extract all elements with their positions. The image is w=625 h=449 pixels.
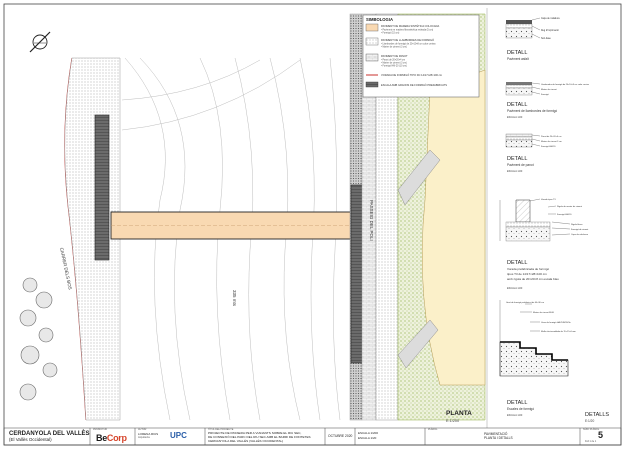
detail-name: Paviment asfalt [507,57,529,61]
detail-title: DETALL [507,50,527,56]
becorp-logo-corp: Corp [106,433,127,443]
plan-view-title: PLANTA [446,410,472,417]
school-logo: UPC [170,431,187,440]
left-stair [94,114,110,261]
detail-label: Formigó [541,93,549,96]
detail-label: Formigó HM-20 [541,145,556,148]
detail-label: Formigó de ciment [571,228,589,231]
legend-swatch-wood [365,23,379,32]
detail-title: DETALL [507,156,527,162]
right-stair [350,184,364,364]
legend-item-sub: • Panot de 20×20×4 cm [381,59,405,62]
detail-label: Reg d'imprimació [541,29,559,32]
title-scale: ESCALA 1/20 [358,436,377,440]
detail-label: Morter de ciment [541,88,557,91]
legend-item-sub: • Morter de ciment (3 cm) [381,46,407,49]
length-label: 335 mts [232,290,237,307]
detail-name-line: Vorada prefabricada de formigó [507,267,549,271]
detail-scale: ESCALA 1/20 [507,414,523,417]
becorp-logo: BeCorp [96,433,127,443]
plan-title-line: PLANTA I DETALLS [484,436,513,440]
project-line: CERDANYOLA DEL VALLÈS (VALLÈS OCCIDENTAL… [208,439,284,443]
detail-label: Graó de formigó prefabricat de 40×30 cm [506,301,544,304]
sheet-caption: NÚM. PLÀNOL [583,428,600,431]
detail-scale: ESCALA 1/20 [507,287,523,290]
details-footer-scale: E:1/20 [585,419,594,423]
details-footer-label: DETALLS [585,412,609,418]
detail-label: Panot de 20×20×4 cm [541,135,562,138]
detail-title: DETALL [507,102,527,108]
detail-label: Llosa de formigó HA-25/B/20/IIa [541,321,571,324]
legend-swatch-pavers [365,37,379,46]
title-scale: ESCALA 1/200 [358,431,379,435]
detail-label: Morter de ciment M-80 [533,311,555,314]
detail-name: Paviment de llambordes de formigó [507,109,557,113]
detail-scale: ESCALA 1/20 [507,116,523,119]
legend-swatch-panot [365,53,379,62]
detail-name: Escales de formigó [507,407,534,411]
road-label-right: PASSEIG DEL POLI [369,200,374,241]
detail-name-line: tipus T3 de 14/17×28×100 cm [507,272,547,276]
detail-name: Paviment de panot [507,163,534,167]
title-date: OCTUBRE 2020 [328,434,353,438]
legend-item-sub: • Paviment en madera fibrosintética estr… [381,29,433,32]
sheet-number: 5 [598,430,604,440]
author-role: Arquitecta [138,436,150,439]
legend-item-sub: • Formigó (15 cm) [381,32,400,35]
detail-label: Morter de ciment 3 cm [541,140,562,143]
detail-label: Rigola blava [571,224,583,226]
detail-label: Malla electrosoldada de 15×15×6 mm [541,330,576,333]
detail-title: DETALL [507,260,527,266]
legend-item-sub: • Llambordes de formigó de 20×10×8 cm co… [381,43,436,46]
legend-swatch-stair [365,81,379,88]
detail-label: Sub-base [541,38,552,40]
detail-label: Capa de sub-base [571,234,589,236]
detail-label: Llambordes de formigó de 20×10×8 cm colo… [541,83,590,86]
detail-label: Vorada tipus T3 [541,198,556,201]
drawing-sheet: CARRER DELS BOS PASSEIG DEL POLI 335 mts… [3,3,622,446]
legend-box: SIMBOLOGIA PAVIMENT DE MADERA SINTÉTICA … [362,14,480,98]
title-region: (El Vallès Occidental) [9,437,52,442]
plan-caption: PLÀNOL [428,428,438,431]
detail-label: Capa de rodadura [541,17,560,20]
detail-label: Formigó HM-20 [557,213,572,216]
legend-item-label: PAVIMENT DE PANOT [381,54,408,58]
promoter-caption: PROMOTOR [93,428,108,431]
plan-view-scale: E:1/200 [446,419,459,423]
detail-name-line: amb rigola de 20×20×8 cm escala blau [507,277,559,281]
detail-scale: ESCALA 1/20 [507,170,523,173]
sheet-total: Full 1 de 1 [585,440,597,443]
legend-title: SIMBOLOGIA [366,17,393,22]
detail-label: Rigola de morter de ciment [557,205,582,208]
legend-item-sub: • Formigó HM-20 (10 cm) [381,65,407,68]
becorp-logo-be: Be [96,433,107,443]
detail-title: DETALL [507,400,527,406]
legend-item-sub: • Morter de ciment (3 cm) [381,62,407,65]
